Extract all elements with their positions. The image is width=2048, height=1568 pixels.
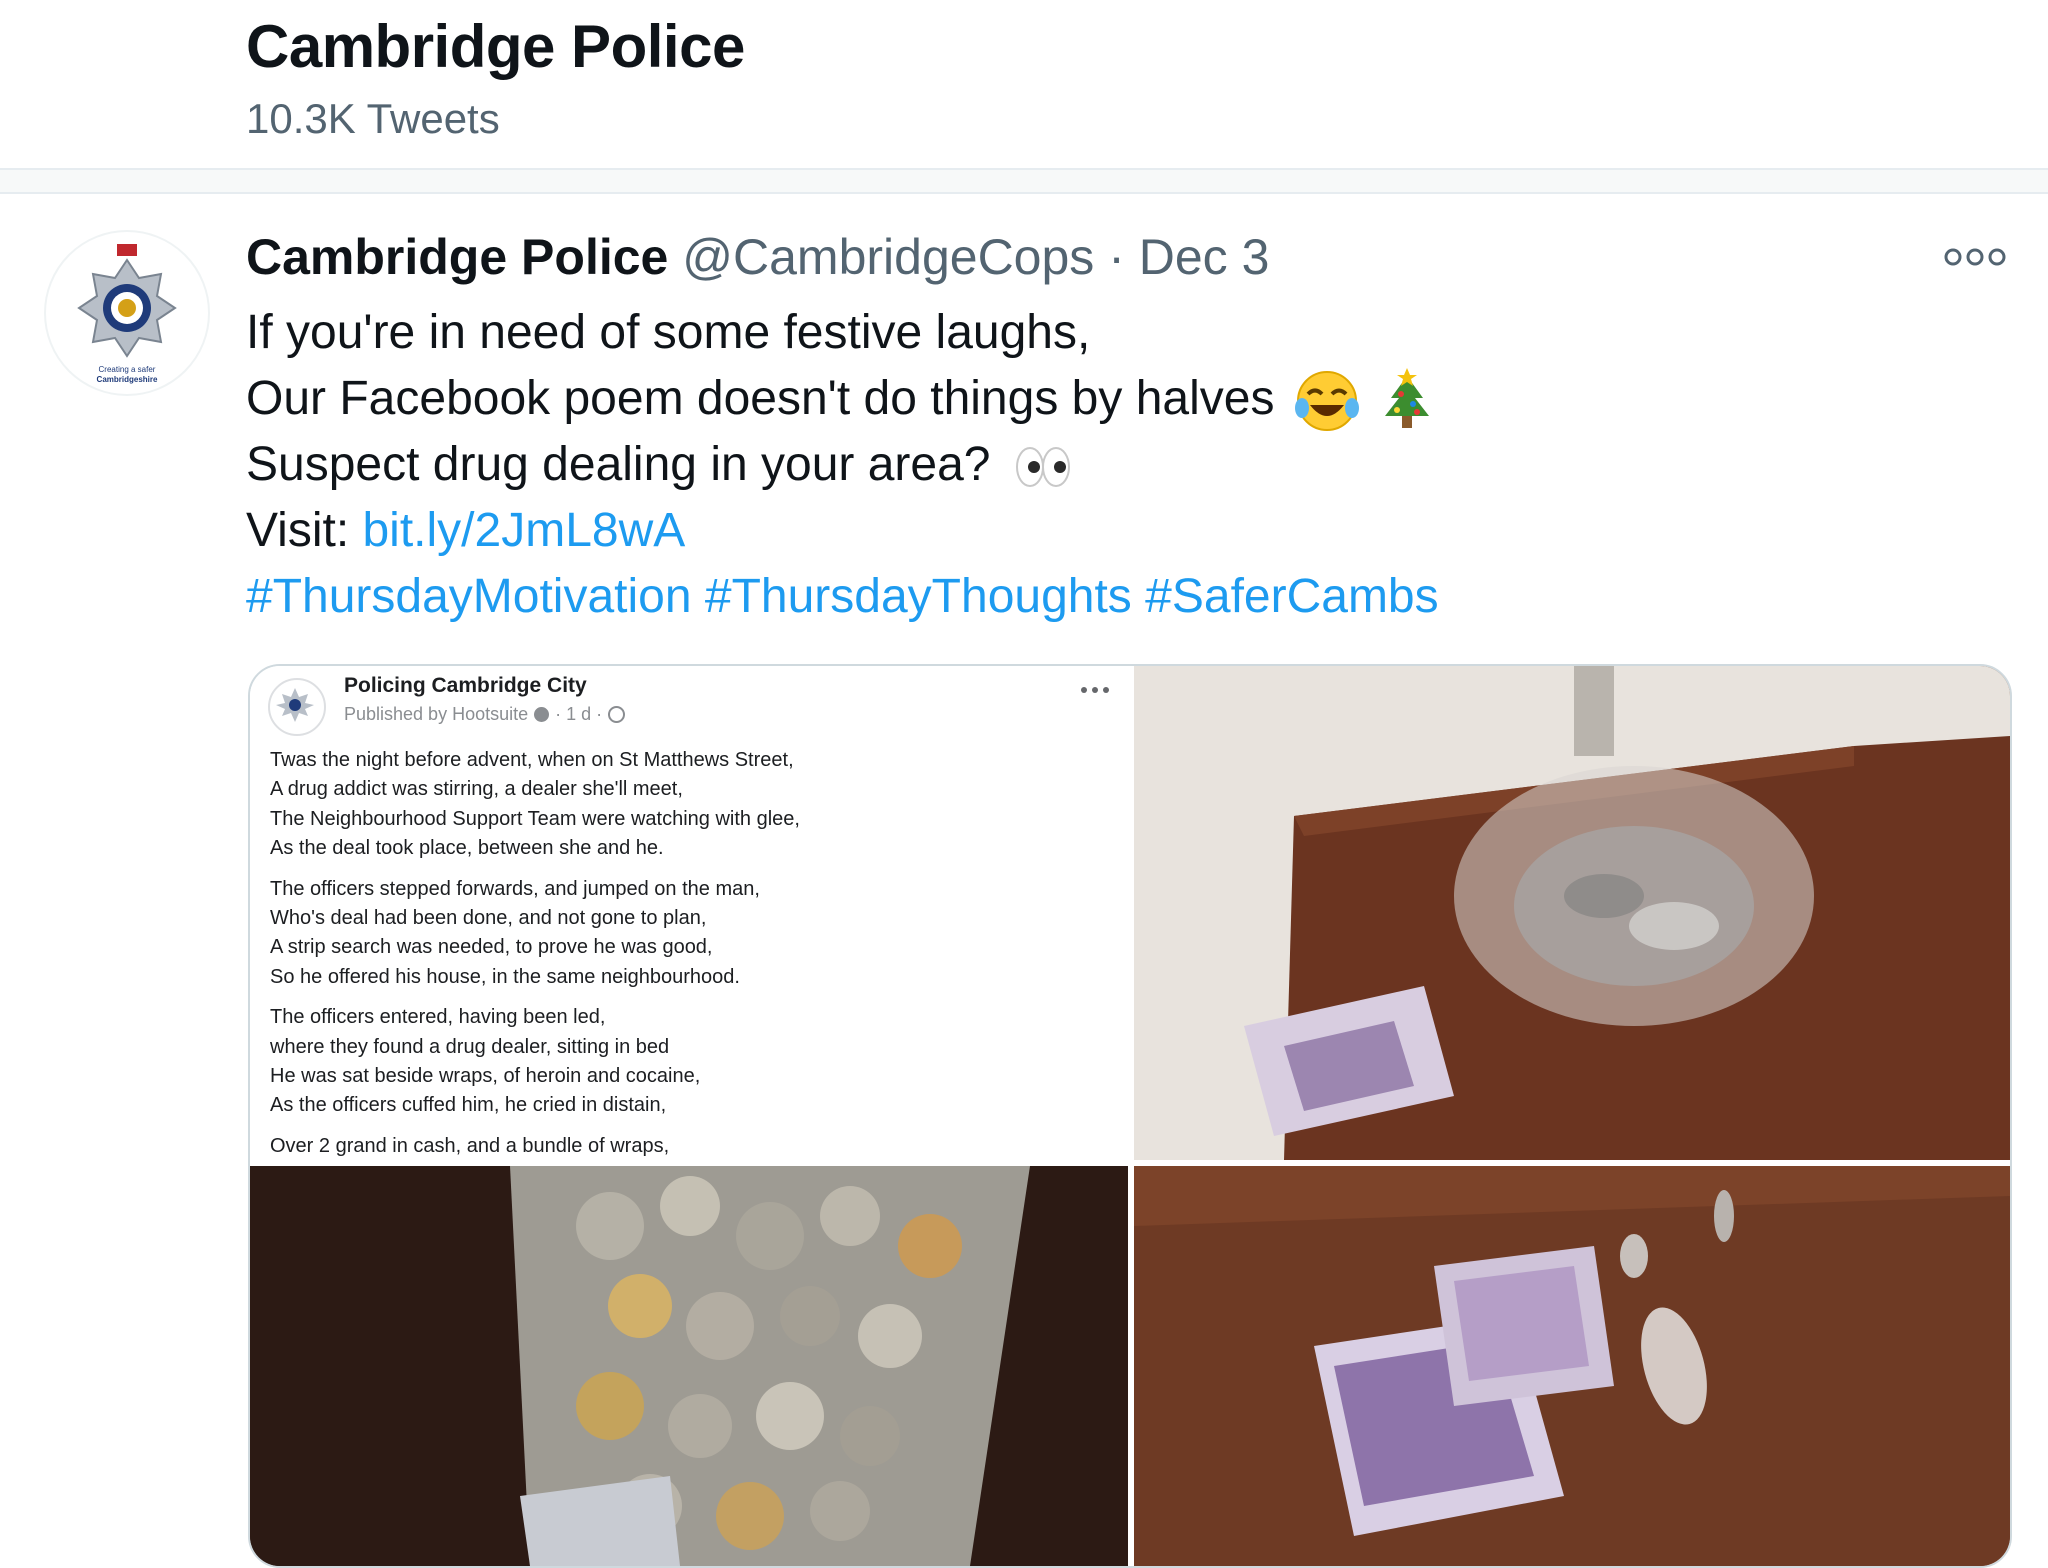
eyes-emoji-icon [1015, 447, 1070, 488]
fb-post-meta: Published by Hootsuite · 1 d · [344, 704, 626, 725]
avatar[interactable]: Creating a safer Cambridgeshire [44, 230, 210, 396]
photo-coins-bag-image [250, 1166, 1128, 1566]
tears-of-joy-emoji-icon [1294, 371, 1359, 432]
tweet-line-1: If you're in need of some festive laughs… [246, 306, 1091, 359]
info-icon [534, 707, 550, 722]
photo-drug-wraps-image [1134, 666, 2010, 1160]
poem-line: where they found a drug dealer, sitting … [270, 1035, 670, 1058]
fb-post-age: · 1 d · [555, 704, 603, 724]
police-badge-icon: Creating a safer Cambridgeshire [77, 244, 177, 384]
hashtag-thursday-thoughts[interactable]: #ThursdayThoughts [705, 570, 1132, 623]
poem-line: The officers stepped forwards, and jumpe… [270, 877, 760, 900]
poem-line: A drug addict was stirring, a dealer she… [270, 778, 683, 801]
poem-line: Twas the night before advent, when on St… [270, 749, 794, 771]
poem-line: Over 2 grand in cash, and a bundle of wr… [270, 1134, 670, 1157]
more-options-icon[interactable] [1944, 242, 2006, 272]
poem-line: A strip search was needed, to prove he w… [270, 936, 713, 959]
poem-line: As the deal took place, between she and … [270, 837, 664, 860]
globe-icon [608, 706, 626, 723]
facebook-post-screenshot[interactable]: Policing Cambridge City Published by Hoo… [250, 666, 1128, 1160]
author-handle[interactable]: @CambridgeCops [682, 229, 1094, 285]
hashtag-safer-cambs[interactable]: #SaferCambs [1145, 570, 1438, 623]
tweet-link[interactable]: bit.ly/2JmL8wA [362, 504, 685, 557]
photo-cash-wraps-image [1134, 1166, 2010, 1566]
profile-header: Cambridge Police 10.3K Tweets [0, 0, 2048, 194]
tweet-count: 10.3K Tweets [246, 95, 500, 142]
poem-line: So he offered his house, in the same nei… [270, 965, 740, 988]
tweet-line-2: Our Facebook poem doesn't do things by h… [246, 372, 1275, 425]
photo-drug-wraps[interactable] [1134, 666, 2010, 1160]
poem-stanza: Over 2 grand in cash, and a bundle of wr… [270, 1132, 800, 1160]
fb-published-by: Published by Hootsuite [344, 704, 529, 724]
police-badge-icon [276, 688, 314, 722]
fb-page-avatar [268, 678, 326, 736]
poem-stanza: Twas the night before advent, when on St… [270, 746, 800, 864]
tweet-text: If you're in need of some festive laughs… [246, 300, 1439, 630]
fb-page-name: Policing Cambridge City [344, 674, 587, 697]
photo-coins-bag[interactable] [250, 1166, 1128, 1566]
photo-cash-wraps[interactable] [1134, 1166, 2010, 1566]
profile-title: Cambridge Police [246, 13, 745, 80]
hashtag-thursday-motivation[interactable]: #ThursdayMotivation [246, 570, 692, 623]
meta-separator: · [1108, 229, 1125, 285]
media-grid: Policing Cambridge City Published by Hoo… [248, 664, 2012, 1568]
avatar-caption-1: Creating a safer [99, 365, 156, 374]
author-name[interactable]: Cambridge Police [246, 229, 668, 285]
avatar-caption-2: Cambridgeshire [97, 375, 158, 384]
poem-line: He was sat beside wraps, of heroin and c… [270, 1065, 701, 1088]
poem-line: The Neighbourhood Support Team were watc… [270, 807, 800, 830]
tweet-line-3: Suspect drug dealing in your area? [246, 438, 991, 491]
section-divider [0, 168, 2048, 194]
tweet-date[interactable]: Dec 3 [1139, 229, 1270, 285]
christmas-tree-emoji-icon [1385, 368, 1430, 429]
fb-more-icon [1081, 687, 1109, 693]
poem-stanza: The officers stepped forwards, and jumpe… [270, 875, 800, 993]
poem-line: The officers entered, having been led, [270, 1006, 606, 1029]
poem-text: Twas the night before advent, when on St… [270, 746, 800, 1160]
poem-line: Who's deal had been done, and not gone t… [270, 907, 707, 930]
poem-line: As the officers cuffed him, he cried in … [270, 1094, 667, 1117]
tweet-header: Cambridge Police @CambridgeCops · Dec 3 [246, 228, 1269, 286]
visit-label: Visit: [246, 504, 363, 557]
poem-stanza: The officers entered, having been led, w… [270, 1003, 800, 1121]
